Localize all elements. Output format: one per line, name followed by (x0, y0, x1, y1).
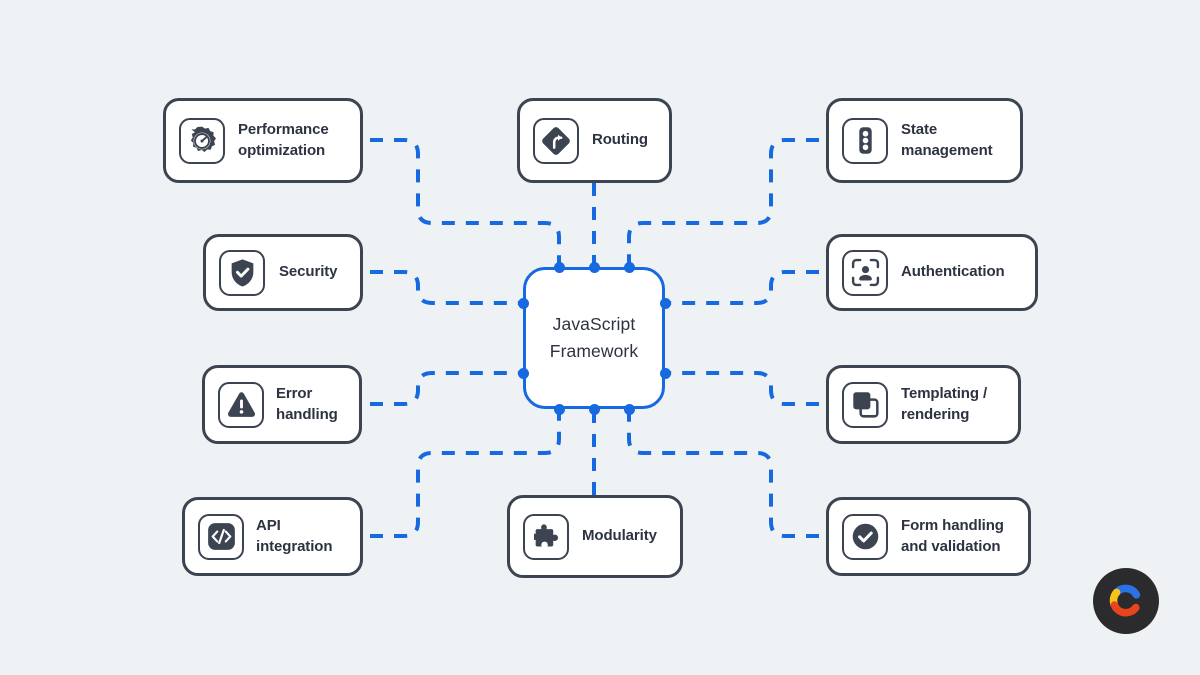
connector-security (370, 270, 523, 305)
hub-dot-right-upper (659, 297, 671, 309)
warning-triangle-icon (218, 381, 264, 428)
card-label-performance-optimization: Performance optimization (238, 121, 329, 159)
gear-speedometer-icon (179, 117, 225, 164)
hub-dot-left-upper (517, 297, 529, 309)
brand-logo (1093, 568, 1159, 634)
hub-dot-left-lower (517, 367, 529, 379)
card-label-templating-rendering: Templating / rendering (901, 385, 988, 423)
hub-dot-top-right (623, 261, 635, 273)
connector-templating-rendering (665, 371, 819, 406)
traffic-light-icon (842, 117, 888, 164)
card-label-security: Security (279, 263, 338, 281)
road-sign-turn-icon (533, 117, 579, 164)
card-templating-rendering[interactable]: Templating / rendering (826, 365, 1021, 444)
hub-dot-bottom-left (553, 403, 565, 415)
hub-dot-top-left (553, 261, 565, 273)
connector-authentication (665, 270, 819, 305)
central-node-line-2: Framework (549, 341, 639, 361)
card-label-form-handling-validation: Form handling and validation (901, 517, 1004, 555)
hub-dot-bottom-right (623, 403, 635, 415)
card-form-handling-validation[interactable]: Form handling and validation (826, 497, 1031, 576)
card-security[interactable]: Security (203, 234, 363, 311)
card-label-modularity: Modularity (582, 527, 657, 545)
card-performance-optimization[interactable]: Performance optimization (163, 98, 363, 183)
hub-dot-right-lower (659, 367, 671, 379)
central-node: JavaScript Framework (523, 267, 665, 409)
card-label-error-handling: Error handling (276, 385, 338, 423)
card-label-routing: Routing (592, 131, 648, 149)
card-error-handling[interactable]: Error handling (202, 365, 362, 444)
circle-check-icon (842, 513, 888, 560)
card-label-state-management: State management (901, 121, 993, 159)
card-authentication[interactable]: Authentication (826, 234, 1038, 311)
hub-dot-top-center (588, 261, 600, 273)
hub-dot-bottom-center (588, 403, 600, 415)
code-brackets-icon (198, 513, 244, 560)
card-api-integration[interactable]: API integration (182, 497, 363, 576)
brand-logo-c-mark (1109, 584, 1141, 617)
shield-check-icon (219, 249, 265, 296)
card-state-management[interactable]: State management (826, 98, 1023, 183)
card-label-authentication: Authentication (901, 263, 1005, 281)
central-node-line-1: JavaScript (552, 314, 636, 334)
card-label-api-integration: API integration (256, 517, 333, 555)
card-modularity[interactable]: Modularity (507, 495, 683, 578)
stacked-squares-icon (842, 381, 888, 428)
face-id-person-icon (842, 249, 888, 296)
diagram-canvas: JavaScript Framework Performance optimiz… (0, 0, 1200, 675)
connector-error-handling (370, 371, 523, 406)
puzzle-piece-icon (523, 513, 569, 560)
card-routing[interactable]: Routing (517, 98, 672, 183)
